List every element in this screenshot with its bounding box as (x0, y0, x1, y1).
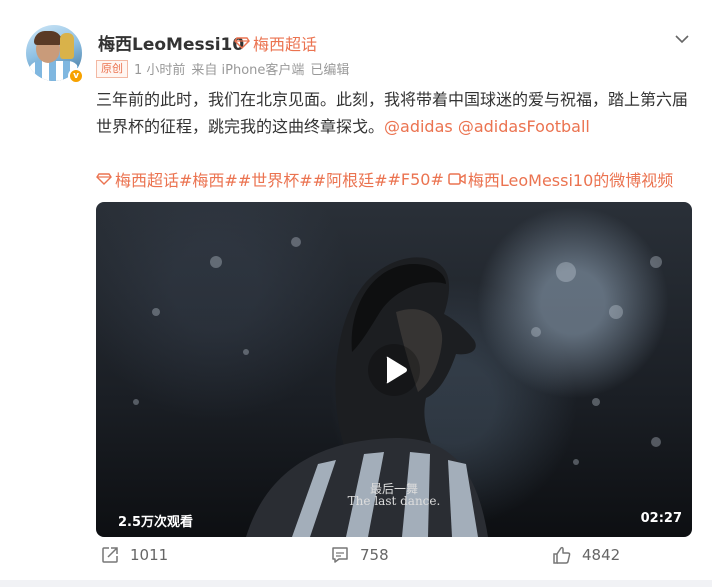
tag-f50[interactable]: #F50# (388, 170, 444, 189)
post-source: 来自 iPhone客户端 (191, 63, 305, 78)
weibo-post-card: v 梅西LeoMessi10 梅西超话 原创 1 小时前 来自 iPhone客户… (0, 0, 712, 580)
share-icon (102, 547, 118, 563)
post-text: 三年前的此时，我们在北京见面。此刻，我将带着中国球迷的爱与祝福，踏上第六届世界杯… (96, 86, 696, 140)
share-button[interactable]: 1011 (100, 545, 168, 565)
edited-label[interactable]: 已编辑 (310, 59, 349, 78)
video-link[interactable]: 梅西LeoMessi10的微博视频 (468, 167, 673, 191)
subtitle-english: The last dance. (347, 494, 441, 508)
tag-messi[interactable]: #梅西# (179, 167, 238, 191)
diamond-icon (234, 37, 250, 49)
like-button[interactable]: 4842 (552, 545, 620, 565)
original-badge: 原创 (96, 59, 128, 78)
video-icon (448, 173, 466, 185)
tag-supertopic[interactable]: 梅西超话 (115, 167, 179, 191)
comment-icon (332, 547, 348, 563)
comment-button[interactable]: 758 (330, 545, 389, 565)
supertopic-link[interactable]: 梅西超话 (234, 31, 317, 55)
mention-adidas[interactable]: @adidas (384, 117, 453, 136)
post-meta: 原创 1 小时前 来自 iPhone客户端 已编辑 (96, 59, 349, 78)
chevron-down-icon[interactable] (673, 30, 691, 48)
share-count: 1011 (130, 546, 169, 564)
video-player[interactable]: 最后一舞 The last dance. 2.5万次观看 02:27 (96, 202, 692, 537)
verified-badge-icon: v (68, 68, 84, 84)
supertopic-label: 梅西超话 (253, 35, 318, 54)
post-time[interactable]: 1 小时前 (134, 59, 185, 78)
tag-world-cup[interactable]: #世界杯# (238, 167, 313, 191)
tag-argentina[interactable]: #阿根廷# (313, 167, 388, 191)
play-icon[interactable] (366, 342, 422, 398)
like-icon (553, 546, 571, 564)
author-name[interactable]: 梅西LeoMessi10 (98, 30, 244, 55)
video-duration: 02:27 (640, 511, 682, 526)
diamond-icon (96, 173, 112, 185)
tag-row: 梅西超话 #梅西# #世界杯# #阿根廷# #F50# 梅西LeoMessi10… (96, 167, 673, 191)
comment-count: 758 (360, 546, 389, 564)
mention-adidas-football[interactable]: @adidasFootball (458, 117, 590, 136)
action-bar: 1011 758 4842 (0, 545, 712, 575)
view-count: 2.5万次观看 (118, 515, 194, 530)
like-count: 4842 (582, 546, 621, 564)
